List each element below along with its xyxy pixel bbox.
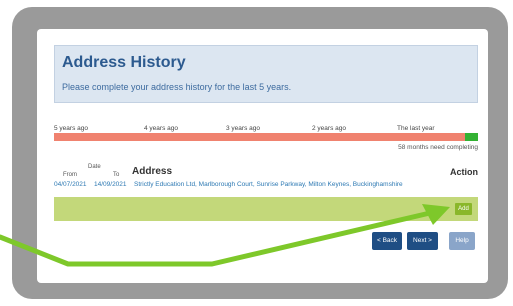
add-address-row bbox=[54, 197, 478, 221]
date-header: Date bbox=[88, 164, 101, 170]
timeline-label-last-year: The last year bbox=[397, 125, 435, 132]
address-header: Address bbox=[132, 166, 173, 177]
months-remaining-note: 58 months need completing bbox=[398, 144, 478, 151]
timeline-label-4-years: 4 years ago bbox=[144, 125, 178, 132]
row-address[interactable]: Strictly Education Ltd, Marlborough Cour… bbox=[134, 181, 403, 188]
timeline-label-5-years: 5 years ago bbox=[54, 125, 88, 132]
to-header: To bbox=[113, 172, 120, 178]
page-subtitle: Please complete your address history for… bbox=[62, 82, 292, 92]
row-from-date: 04/07/2021 bbox=[54, 181, 87, 188]
timeline-label-3-years: 3 years ago bbox=[226, 125, 260, 132]
action-header: Action bbox=[450, 167, 478, 177]
timeline-label-2-years: 2 years ago bbox=[312, 125, 346, 132]
timeline-bar bbox=[54, 133, 478, 141]
back-button[interactable]: < Back bbox=[372, 232, 402, 250]
help-button[interactable]: Help bbox=[449, 232, 475, 250]
from-header: From bbox=[63, 172, 77, 178]
next-button[interactable]: Next > bbox=[407, 232, 438, 250]
row-to-date: 14/09/2021 bbox=[94, 181, 127, 188]
add-button[interactable]: Add bbox=[455, 203, 472, 215]
timeline-completed-segment bbox=[465, 133, 478, 141]
page-title: Address History bbox=[62, 54, 186, 71]
